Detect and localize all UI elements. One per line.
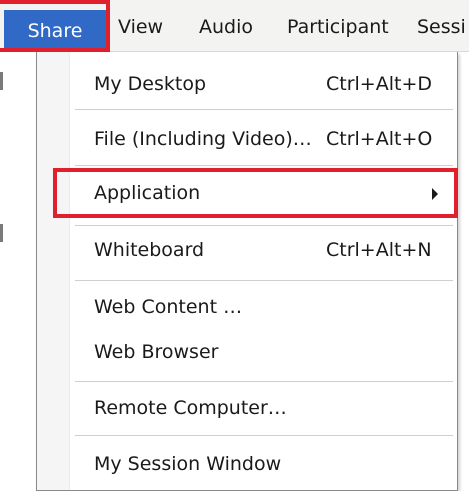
menu-item-application[interactable]: Application: [70, 173, 456, 213]
background-window-edge: [0, 52, 36, 491]
menu-item-shortcut: Ctrl+Alt+N: [326, 239, 432, 261]
menu-item-web-content[interactable]: Web Content …: [70, 287, 456, 327]
share-dropdown-menu: My Desktop Ctrl+Alt+D File (Including Vi…: [36, 52, 458, 491]
menu-separator: [75, 165, 453, 166]
menu-view[interactable]: View: [118, 12, 163, 42]
menu-separator: [75, 381, 453, 382]
menu-item-shortcut: Ctrl+Alt+D: [326, 73, 433, 95]
menu-item-label: My Desktop: [94, 73, 207, 95]
menu-session[interactable]: Sessi: [417, 12, 466, 42]
menu-share[interactable]: Share: [4, 10, 106, 52]
menu-item-my-desktop[interactable]: My Desktop Ctrl+Alt+D: [70, 64, 456, 104]
menu-item-shortcut: Ctrl+Alt+O: [326, 128, 433, 150]
submenu-arrow-icon: [432, 188, 438, 200]
menu-item-label: File (Including Video)…: [94, 128, 312, 150]
menu-audio[interactable]: Audio: [199, 12, 253, 42]
menu-separator: [75, 225, 453, 226]
menu-item-label: My Session Window: [94, 453, 282, 475]
menu-participant[interactable]: Participant: [287, 12, 389, 42]
menu-item-my-session-window[interactable]: My Session Window: [70, 444, 456, 484]
menu-item-whiteboard[interactable]: Whiteboard Ctrl+Alt+N: [70, 230, 456, 270]
menu-icon-gutter: [37, 52, 70, 490]
menu-item-label: Application: [94, 182, 201, 204]
menu-item-file[interactable]: File (Including Video)… Ctrl+Alt+O: [70, 119, 456, 159]
menu-separator: [75, 280, 453, 281]
menu-item-web-browser[interactable]: Web Browser: [70, 332, 456, 372]
menu-item-label: Web Content …: [94, 296, 243, 318]
menu-bar: Share View Audio Participant Sessi: [0, 0, 469, 52]
menu-item-label: Remote Computer…: [94, 397, 287, 419]
window-edge-mark: [0, 72, 3, 90]
menu-item-label: Web Browser: [94, 341, 219, 363]
window-edge-mark: [0, 224, 3, 242]
menu-item-label: Whiteboard: [94, 239, 205, 261]
menu-item-remote-computer[interactable]: Remote Computer…: [70, 388, 456, 428]
menu-separator: [75, 435, 453, 436]
menu-separator: [75, 109, 453, 110]
